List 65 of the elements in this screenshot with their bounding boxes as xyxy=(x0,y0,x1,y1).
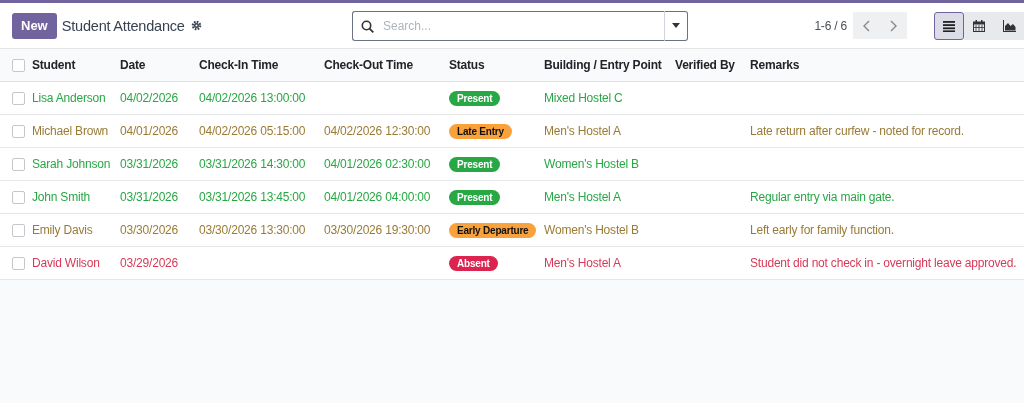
table-cell: 03/31/2026 xyxy=(120,190,179,204)
column-header[interactable]: Date xyxy=(120,58,146,72)
table-cell: 03/29/2026 xyxy=(120,256,179,270)
status-badge: Present xyxy=(449,189,501,205)
next-button[interactable] xyxy=(880,12,907,39)
status-badge: Early Departure xyxy=(449,222,537,238)
view-button[interactable] xyxy=(994,11,1024,40)
view-button[interactable] xyxy=(964,11,994,40)
table-cell: 04/02/2026 13:00:00 xyxy=(199,91,306,105)
checkbox[interactable] xyxy=(12,58,25,72)
table-cell: 04/02/2026 xyxy=(120,91,179,105)
table-cell: 03/31/2026 xyxy=(120,157,179,171)
table-cell: Student did not check in - overnight leave approved. xyxy=(750,256,1017,270)
checkbox[interactable] xyxy=(12,256,25,270)
checkbox[interactable] xyxy=(12,91,25,105)
table-cell: Regular entry via main gate. xyxy=(750,190,895,204)
status-badge: Present xyxy=(449,90,501,106)
caret-icon xyxy=(672,23,680,28)
dropdown-toggle[interactable] xyxy=(664,10,688,41)
table-cell: Emily Davis xyxy=(32,223,93,237)
table-cell: 04/02/2026 12:30:00 xyxy=(324,124,431,138)
checkbox[interactable] xyxy=(12,223,25,237)
list-icon xyxy=(942,19,956,32)
table-cell: 03/31/2026 13:45:00 xyxy=(199,190,306,204)
checkbox[interactable] xyxy=(12,124,25,138)
table-cell: 04/01/2026 02:30:00 xyxy=(324,157,431,171)
checkbox[interactable] xyxy=(12,157,25,171)
pager-value: 1-6 / 6 xyxy=(814,18,847,33)
table-cell: Mixed Hostel C xyxy=(544,91,623,105)
table-cell: 03/30/2026 13:30:00 xyxy=(199,223,306,237)
view-button[interactable] xyxy=(934,11,964,40)
table-cell: 03/30/2026 19:30:00 xyxy=(324,223,431,237)
table-cell: Lisa Anderson xyxy=(32,91,106,105)
table-cell: Women's Hostel B xyxy=(544,157,639,171)
table-cell: 03/30/2026 xyxy=(120,223,179,237)
status-badge: Late Entry xyxy=(449,123,512,139)
calendar-icon xyxy=(972,19,986,32)
table-cell: Left early for family function. xyxy=(750,223,894,237)
table-cell: 04/01/2026 04:00:00 xyxy=(324,190,431,204)
table-cell: Sarah Johnson xyxy=(32,157,111,171)
table-cell: Men's Hostel A xyxy=(544,190,621,204)
table-cell: David Wilson xyxy=(32,256,100,270)
page-title: Student Attendance xyxy=(61,17,185,34)
checkbox[interactable] xyxy=(12,190,25,204)
column-header[interactable]: Remarks xyxy=(750,58,800,72)
table-cell: 03/31/2026 14:30:00 xyxy=(199,157,306,171)
table-cell: John Smith xyxy=(32,190,91,204)
search-icon xyxy=(361,19,374,33)
chevron-left-icon xyxy=(863,19,870,32)
status-badge: Absent xyxy=(449,255,498,271)
table-cell: Late return after curfew - noted for record. xyxy=(750,124,964,138)
chevron-right-icon xyxy=(890,19,897,32)
table-cell: Men's Hostel A xyxy=(544,124,621,138)
column-header[interactable]: Status xyxy=(449,58,485,72)
gear-icon[interactable] xyxy=(190,20,202,31)
table-cell: 04/02/2026 05:15:00 xyxy=(199,124,306,138)
status-badge: Present xyxy=(449,156,501,172)
new-button[interactable]: New xyxy=(12,12,57,39)
table-cell: 04/01/2026 xyxy=(120,124,179,138)
previous-button[interactable] xyxy=(853,12,880,39)
area-chart-icon xyxy=(1002,19,1016,32)
search-field[interactable]: Search... xyxy=(352,10,664,41)
table-cell: Michael Brown xyxy=(32,124,109,138)
table-cell: Men's Hostel A xyxy=(544,256,621,270)
table-cell: Women's Hostel B xyxy=(544,223,639,237)
